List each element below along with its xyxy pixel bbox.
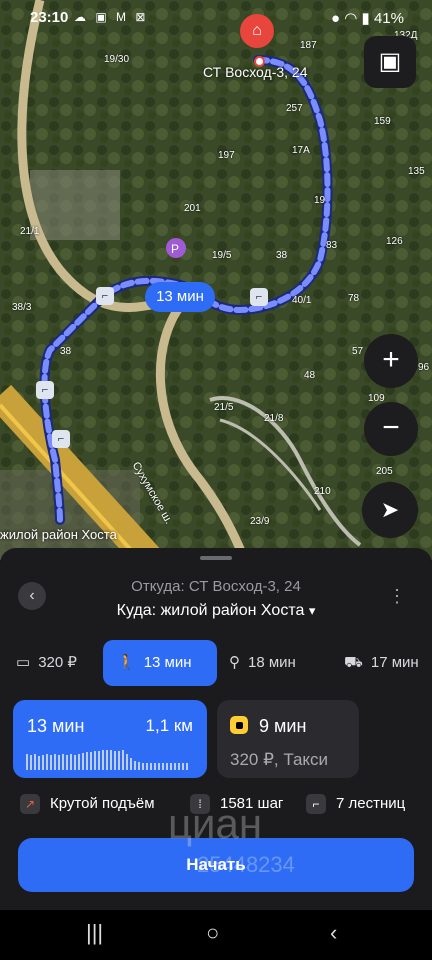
stairs-icon: ⌐ (306, 794, 326, 815)
zoom-out-button[interactable]: − (364, 402, 418, 456)
back-nav-icon[interactable]: ‹ (330, 920, 337, 946)
map-view[interactable]: P 23:10 ☁ ▣ M ⊠ ● ◠ ▮ 41% ⌂ СТ Восход-3,… (0, 0, 432, 560)
house-number: 210 (314, 486, 331, 497)
from-text[interactable]: Откуда: СТ Восход-3, 24 (0, 578, 432, 595)
house-number: 83 (326, 240, 338, 251)
stairs-icon: ⌐ (36, 381, 54, 399)
walk-route-card[interactable]: 13 мин 1,1 км (13, 700, 207, 778)
destination-pin-icon[interactable]: ⌂ (240, 14, 274, 48)
signal-icon: ▮ (361, 10, 370, 27)
house-number: 17А (292, 145, 310, 156)
status-bar: 23:10 ☁ ▣ M ⊠ ● ◠ ▮ 41% (0, 0, 432, 34)
walk-distance: 1,1 км (145, 716, 193, 735)
house-number: 78 (348, 293, 360, 304)
navigation-arrow-icon: ➤ (380, 497, 400, 522)
battery-percent: 41% (373, 10, 404, 27)
taxi-time: 9 мин (259, 716, 307, 736)
house-number: 187 (300, 40, 317, 51)
destination-label: СТ Восход-3, 24 (203, 64, 308, 80)
house-number: 205 (376, 466, 393, 477)
house-number: 40/1 (292, 295, 312, 306)
home-icon[interactable]: ○ (206, 920, 219, 946)
house-number: 38 (276, 250, 288, 261)
watermark-logo: циан (168, 800, 263, 847)
watermark-number: 25448234 (197, 852, 295, 877)
fact-text: Крутой подъём (50, 795, 155, 812)
house-number: 23/9 (250, 516, 270, 527)
house-number: 21/5 (214, 402, 234, 413)
scooter-icon: ⛟ (344, 654, 363, 671)
system-nav-bar: ||| ○ ‹ (0, 910, 432, 960)
house-number: 57 (352, 346, 364, 357)
fact-stairs: ⌐ 7 лестниц (306, 790, 405, 818)
bike-icon: ⚲ (229, 654, 240, 671)
transit-button[interactable]: ▣ (364, 36, 416, 88)
fact-steep-climb: ↗ Крутой подъём (20, 790, 155, 818)
stairs-icon: ⌐ (250, 288, 268, 306)
house-number: 19/5 (212, 250, 232, 261)
mode-label: 320 ₽ (38, 654, 77, 671)
sheet-handle[interactable] (200, 556, 232, 560)
chevron-down-icon: ▾ (308, 603, 316, 618)
yandex-go-icon (230, 716, 248, 734)
house-number: 48 (304, 370, 316, 381)
house-number: 201 (184, 203, 201, 214)
walk-icon: 🚶 (117, 654, 136, 671)
bus-icon: ▣ (378, 48, 402, 75)
stairs-icon: ⌐ (96, 287, 114, 305)
route-time-bubble[interactable]: 13 мин (145, 282, 215, 312)
wifi-icon: ◠ (344, 10, 358, 27)
house-number: 257 (286, 103, 303, 114)
status-time: 23:10 (30, 9, 69, 26)
stairs-icon: ⌐ (52, 430, 70, 448)
house-number: 38/3 (12, 302, 32, 313)
mode-label: 18 мин (248, 654, 296, 671)
mode-bike[interactable]: ⚲ 18 мин (229, 640, 296, 686)
house-number: 135 (408, 166, 425, 177)
mode-label: 13 мин (143, 654, 192, 671)
elevation-profile (26, 750, 188, 770)
house-number: 38 (60, 346, 72, 357)
walk-time: 13 мин (27, 716, 85, 736)
recent-apps-icon[interactable]: ||| (86, 920, 103, 946)
transport-modes: ▭ 320 ₽ 🚶 13 мин ⚲ 18 мин ⛟ 17 мин (0, 640, 432, 686)
house-number: 21/1 (20, 226, 40, 237)
taxi-price: 320 ₽, Такси (230, 750, 329, 769)
location-icon: ● (331, 10, 341, 27)
mode-label: 17 мин (370, 654, 419, 671)
house-number: 159 (374, 116, 391, 127)
car-icon: ▭ (16, 654, 31, 671)
to-value: Куда: жилой район Хоста (116, 602, 305, 619)
notification-icons: ☁ ▣ M ⊠ (74, 10, 149, 24)
taxi-route-card[interactable]: 9 мин 320 ₽, Такси (217, 700, 359, 778)
svg-text:P: P (171, 242, 179, 256)
status-right: ● ◠ ▮ 41% (331, 9, 404, 27)
mode-car[interactable]: ▭ 320 ₽ (16, 640, 77, 686)
my-location-button[interactable]: ➤ (362, 482, 418, 538)
area-label: жилой район Хоста (0, 527, 117, 542)
mode-scooter[interactable]: ⛟ 17 мин (344, 640, 419, 686)
to-text[interactable]: Куда: жилой район Хоста ▾ (0, 602, 432, 620)
house-number: 96 (418, 362, 430, 373)
fact-text: 7 лестниц (336, 795, 406, 812)
house-number: 197 (218, 150, 235, 161)
house-number: 19/30 (104, 54, 130, 65)
arrow-up-right-icon: ↗ (20, 794, 40, 815)
house-number: 21/8 (264, 413, 284, 424)
zoom-in-button[interactable]: + (364, 334, 418, 388)
house-number: 126 (386, 236, 403, 247)
house-number: 19 (314, 195, 326, 206)
mode-walk[interactable]: 🚶 13 мин (103, 640, 217, 686)
